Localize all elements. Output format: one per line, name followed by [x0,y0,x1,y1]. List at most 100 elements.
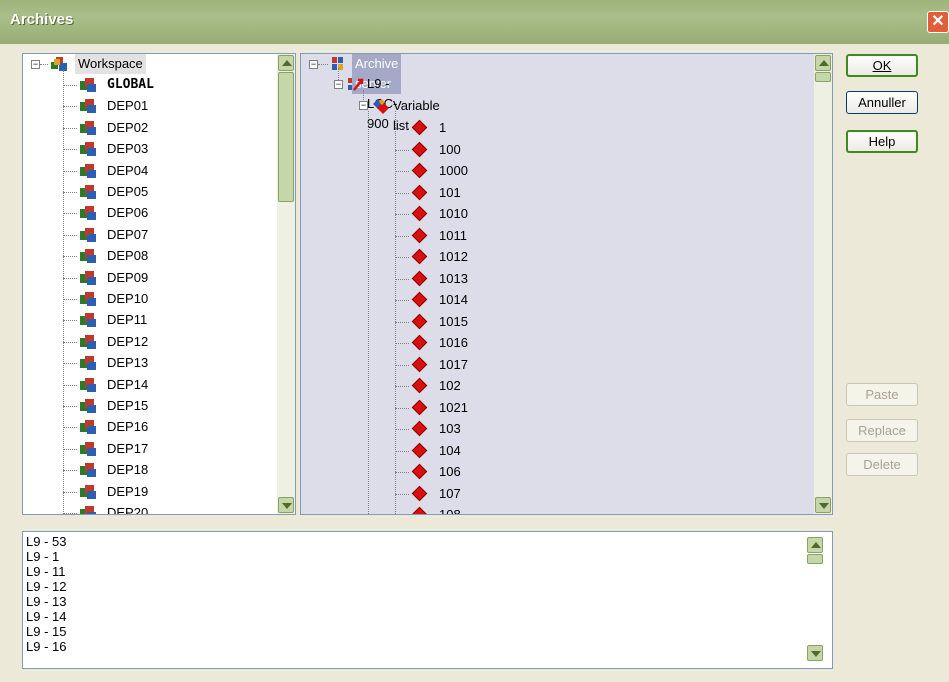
department-icon [80,227,96,242]
tree-item-dep[interactable]: DEP01 [107,96,148,116]
tree-connector [63,256,77,258]
tree-connector [395,214,409,215]
list-item[interactable]: L9 - 16 [26,639,66,654]
tree-item-dep[interactable]: DEP18 [107,460,148,480]
list-item[interactable]: L9 - 13 [26,594,66,609]
tree-item-variable[interactable]: 104 [439,441,461,461]
selected-variables-list[interactable]: L9 - 53 L9 - 1 L9 - 11 L9 - 12 L9 - 13 L9 - 1… [22,531,833,669]
variable-icon [411,356,428,372]
tree-item-dep[interactable]: DEP14 [107,375,148,395]
tree-item-dep[interactable]: DEP16 [107,417,148,437]
paste-button[interactable]: Paste [846,383,918,406]
archive-tree-panel[interactable]: − Archive server − L9 - LCC-900 − Variab… [300,53,833,515]
tree-item-dep[interactable]: DEP15 [107,396,148,416]
list-scrollbar[interactable] [806,536,824,662]
replace-button[interactable]: Replace [846,419,918,442]
scroll-thumb[interactable] [815,72,831,82]
archive-scrollbar[interactable] [814,54,832,514]
tree-item-dep[interactable]: DEP07 [107,225,148,245]
tree-item-dep[interactable]: DEP11 [107,310,147,330]
close-button[interactable]: ✕ [927,11,949,33]
ok-button[interactable]: OK [846,54,918,77]
variable-icon [411,227,428,243]
tree-item-variable[interactable]: 1014 [439,290,468,310]
tree-item-variable[interactable]: 1017 [439,355,468,375]
tree-item-dep[interactable]: DEP06 [107,203,148,223]
variable-icon [411,442,428,458]
tree-item-dep[interactable]: DEP04 [107,161,148,181]
list-item[interactable]: L9 - 1 [26,549,66,564]
tree-item-dep[interactable]: DEP20 [107,503,148,514]
tree-item-variable[interactable]: 108 [439,505,461,514]
tree-item-dep[interactable]: DEP17 [107,439,148,459]
help-button[interactable]: Help [846,130,918,153]
tree-item-variable[interactable]: 1011 [439,226,467,246]
tree-item-variable[interactable]: 1016 [439,333,468,353]
collapse-node-icon[interactable]: − [334,80,343,89]
tree-connector [395,300,409,301]
tree-item-variable[interactable]: 100 [439,140,461,160]
tree-connector [395,235,409,237]
tree-item-dep[interactable]: DEP03 [107,139,148,159]
scroll-thumb[interactable] [807,554,823,564]
tree-item-dep[interactable]: DEP10 [107,289,148,309]
tree-item-dep[interactable]: DEP13 [107,353,148,373]
variable-icon [411,248,428,265]
scroll-down-button[interactable] [278,497,294,513]
tree-item-dep[interactable]: DEP09 [107,268,148,288]
list-item[interactable]: L9 - 14 [26,609,66,624]
cancel-button[interactable]: Annuller [846,91,918,114]
variable-icon [411,313,428,329]
workspace-scrollbar[interactable] [277,54,295,514]
department-icon [80,334,96,349]
tree-item-variable[interactable]: 107 [439,484,461,504]
variable-icon [411,485,428,501]
tree-connector [318,64,328,65]
tree-item-dep[interactable]: DEP02 [107,118,148,138]
department-icon [80,506,96,514]
list-item[interactable]: L9 - 53 [26,534,66,549]
ok-label: OK [872,58,892,73]
list-item[interactable]: L9 - 11 [26,564,66,579]
tree-connector [63,127,77,129]
list-item[interactable]: L9 - 15 [26,624,66,639]
tree-connector [395,364,409,366]
scroll-thumb[interactable] [278,72,294,202]
tree-item-dep[interactable]: DEP12 [107,332,148,352]
department-icon [80,185,96,199]
variable-icon [411,184,428,200]
list-item[interactable]: L9 - 12 [26,579,66,594]
delete-label: Delete [863,457,901,472]
tree-item-variable[interactable]: 1013 [439,269,468,289]
delete-button[interactable]: Delete [846,453,918,476]
tree-item-variable[interactable]: 101 [439,183,461,203]
scroll-up-button[interactable] [807,537,823,553]
collapse-server-icon[interactable]: − [309,60,318,69]
tree-item-dep[interactable]: DEP08 [107,246,148,266]
tree-item-variable[interactable]: 1012 [439,247,468,267]
scroll-down-button[interactable] [815,497,831,513]
tree-item-variable[interactable]: 1 [439,118,446,138]
tree-item-global[interactable]: GLOBAL [107,75,154,95]
tree-item-variable[interactable]: 102 [439,376,461,396]
tree-item-variable[interactable]: 1000 [439,161,468,181]
tree-item-dep[interactable]: DEP05 [107,182,148,202]
tree-item-workspace[interactable]: Workspace [75,54,146,74]
tree-item-variable[interactable]: 1015 [439,312,468,332]
scroll-up-button[interactable] [278,55,294,71]
tree-item-variable[interactable]: 106 [439,462,461,482]
tree-connector [395,450,409,452]
tree-connector [63,427,77,429]
scroll-up-button[interactable] [815,55,831,71]
tree-connector [368,111,369,514]
tree-item-variable[interactable]: 1010 [439,204,468,224]
tree-connector [63,149,77,151]
tree-connector [63,299,77,300]
scroll-down-button[interactable] [807,645,823,661]
tree-item-dep[interactable]: DEP19 [107,482,148,502]
collapse-variable-list-icon[interactable]: − [359,101,368,110]
workspace-tree-panel[interactable]: − Workspace GLOBAL DEP01 DEP02 DEP03 DEP04 DE… [22,53,296,515]
collapse-workspace-icon[interactable]: − [31,60,40,69]
tree-item-variable[interactable]: 1021 [439,398,468,418]
tree-item-variable[interactable]: 103 [439,419,461,439]
